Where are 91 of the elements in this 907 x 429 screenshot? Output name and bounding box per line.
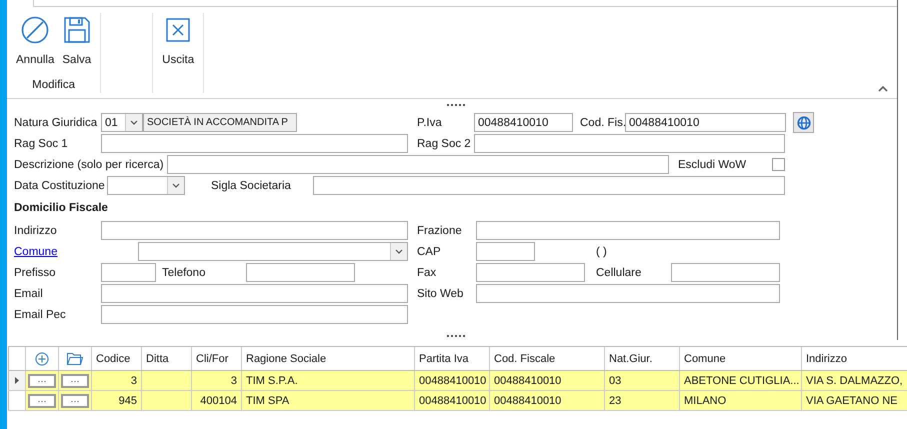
field-label: Email	[14, 288, 44, 300]
field-label: Rag Soc 2	[417, 138, 472, 150]
column-header[interactable]: Ditta	[142, 347, 192, 370]
input-field[interactable]	[166, 155, 669, 174]
add-icon[interactable]	[35, 352, 49, 366]
dropdown-button[interactable]	[125, 114, 142, 131]
table-cell: 945	[92, 391, 142, 410]
ellipsis-button[interactable]: ···	[28, 394, 56, 408]
ellipsis-button[interactable]: ···	[61, 394, 89, 408]
input-field[interactable]	[101, 284, 408, 303]
field-label: Prefisso	[14, 266, 57, 278]
field-label: Descrizione (solo per ricerca)	[14, 158, 164, 170]
input-field[interactable]	[476, 242, 535, 261]
column-header[interactable]: Cod. Fiscale	[490, 347, 605, 370]
field-label: Cod. Fis.	[580, 116, 625, 128]
save-icon	[64, 16, 90, 44]
chevron-down-icon	[395, 249, 403, 254]
input-field[interactable]	[476, 284, 780, 303]
comune-link[interactable]: Comune	[14, 246, 58, 258]
column-header[interactable]: Indirizzo	[802, 347, 907, 370]
dropdown-button[interactable]	[390, 243, 407, 260]
ellipsis-button[interactable]: ···	[28, 374, 56, 388]
field-label: Cellulare	[596, 266, 642, 278]
field-label: Fax	[417, 266, 438, 278]
globe-button[interactable]	[793, 112, 814, 133]
table-cell: 00488410010	[490, 371, 605, 390]
cancel-icon	[21, 16, 50, 44]
table-cell: 00488410010	[415, 371, 490, 390]
province-text: ( )	[596, 246, 607, 258]
input-field[interactable]	[313, 176, 785, 195]
input-field[interactable]: 00488410010	[625, 113, 786, 132]
input-field[interactable]	[476, 263, 585, 282]
row-selector[interactable]	[8, 371, 26, 390]
field-label: Sigla Societaria	[211, 180, 292, 192]
ribbon-button[interactable]: Uscita	[158, 13, 198, 93]
table-cell: TIM SPA	[242, 391, 415, 410]
input-field[interactable]	[101, 134, 408, 153]
field-label: Email Pec	[14, 308, 67, 320]
input-field[interactable]	[671, 263, 780, 282]
ellipsis-button[interactable]: ···	[61, 374, 89, 388]
date-combo[interactable]	[107, 176, 185, 195]
field-label: CAP	[417, 246, 442, 258]
code-combo[interactable]: 01	[101, 113, 143, 132]
field-label: Natura Giuridica	[14, 116, 98, 128]
column-header[interactable]: Ragione Sociale	[242, 347, 415, 370]
field-label: Data Costituzione	[14, 180, 106, 192]
input-field[interactable]	[101, 305, 408, 324]
input-field[interactable]	[474, 134, 785, 153]
ribbon-button[interactable]: Salva	[58, 13, 96, 79]
field-label: Indirizzo	[14, 224, 58, 236]
table-cell: 23	[605, 391, 680, 410]
group-label: Modifica	[32, 79, 75, 91]
field-label: Telefono	[162, 266, 206, 278]
column-header[interactable]: Nat.Giur.	[605, 347, 680, 370]
input-field[interactable]: 00488410010	[474, 113, 573, 132]
chevron-down-icon	[130, 120, 138, 125]
field-label: Sito Web	[417, 288, 464, 300]
input-field[interactable]	[246, 263, 355, 282]
column-header[interactable]: Comune	[680, 347, 802, 370]
table-cell: MILANO	[680, 391, 802, 410]
close-icon	[166, 16, 190, 44]
table-cell: 03	[605, 371, 680, 390]
checkbox[interactable]	[772, 158, 785, 171]
field-label: Frazione	[417, 224, 463, 236]
folder-icon[interactable]	[67, 352, 83, 365]
description-box: SOCIETÀ IN ACCOMANDITA P	[143, 113, 297, 132]
column-header[interactable]: Cli/For	[192, 347, 242, 370]
table-cell: VIA GAETANO NE	[802, 391, 907, 410]
comune-combo[interactable]	[138, 242, 408, 261]
ribbon-button[interactable]: Annulla	[12, 13, 58, 79]
section-title: Domicilio Fiscale	[14, 202, 108, 214]
table-cell: 400104	[192, 391, 242, 410]
collapse-icon[interactable]	[878, 86, 888, 92]
dropdown-button[interactable]	[167, 177, 184, 194]
current-row-icon	[15, 377, 19, 384]
column-header[interactable]: Codice	[92, 347, 142, 370]
table-cell: 00488410010	[490, 391, 605, 410]
field-label: Rag Soc 1	[14, 138, 69, 150]
table-cell: ABETONE CUTIGLIA...	[680, 371, 802, 390]
table-cell: 3	[192, 371, 242, 390]
input-field[interactable]	[101, 221, 408, 240]
table-cell: TIM S.P.A.	[242, 371, 415, 390]
chevron-down-icon	[172, 183, 180, 188]
table-cell: VIA S. DALMAZZO,	[802, 371, 907, 390]
input-field[interactable]	[101, 263, 156, 282]
table-cell: 3	[92, 371, 142, 390]
field-label: Escludi WoW	[678, 158, 748, 170]
column-header[interactable]: Partita Iva	[415, 347, 490, 370]
input-field[interactable]	[476, 221, 780, 240]
field-label: P.Iva	[417, 116, 443, 128]
table-cell: 00488410010	[415, 391, 490, 410]
